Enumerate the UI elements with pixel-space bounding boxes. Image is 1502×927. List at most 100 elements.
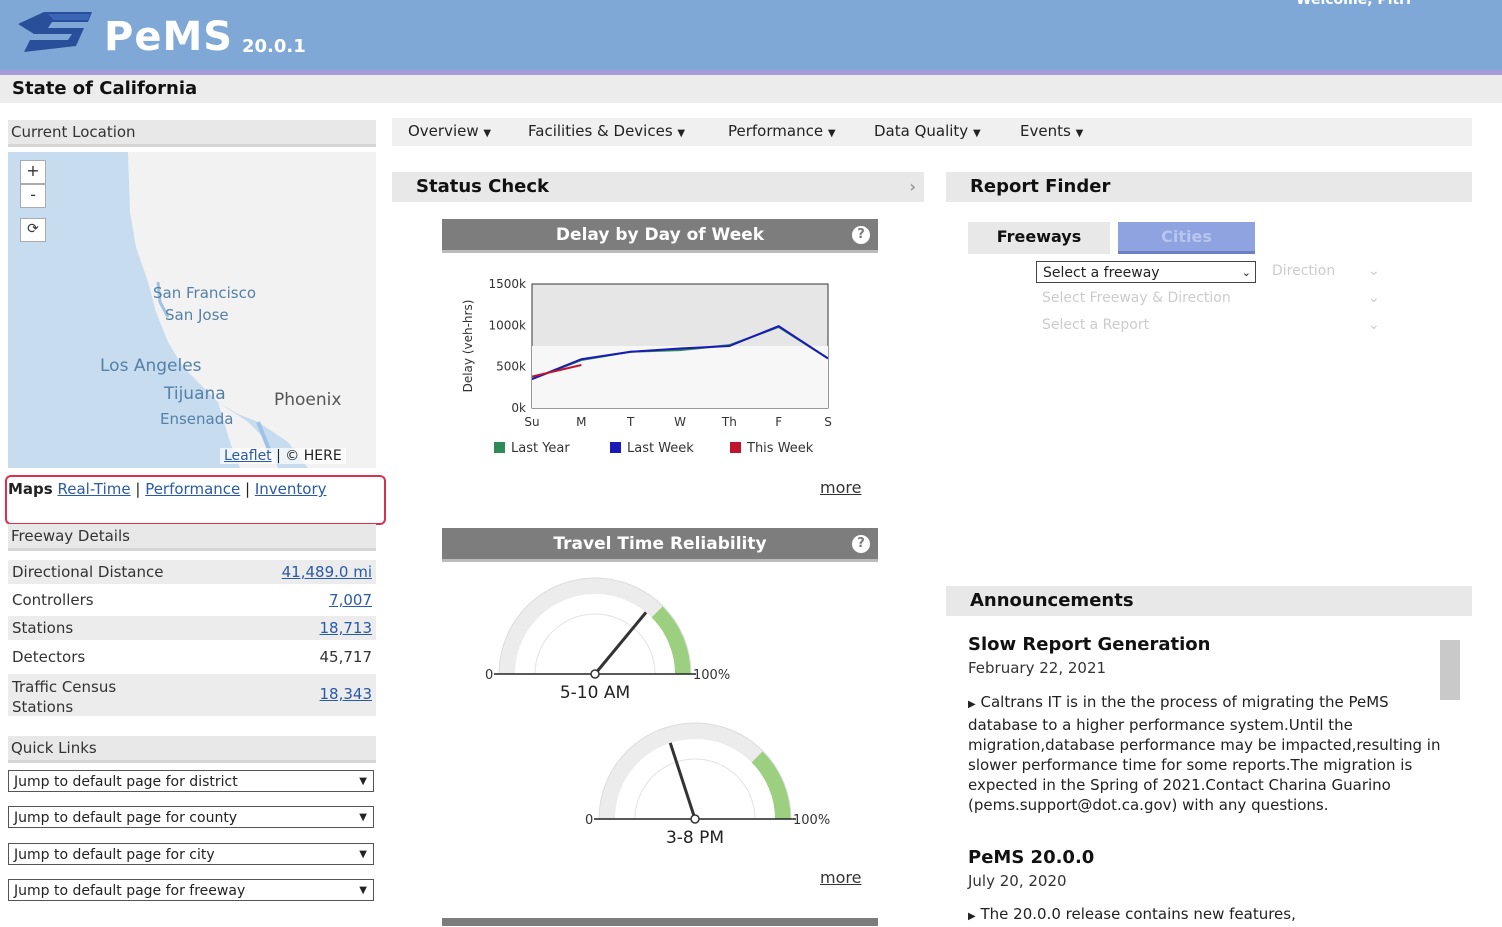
legend-label: This Week: [746, 441, 814, 456]
bullet-icon: ▶: [968, 699, 976, 710]
freeway-direction-select[interactable]: Select Freeway & Direction: [1042, 290, 1231, 306]
caret-down-icon: ▼: [827, 128, 836, 139]
detail-row-distance: Directional Distance 41,489.0 mi: [8, 560, 376, 584]
next-panel-header: [442, 918, 878, 926]
freeway-select[interactable]: Jump to default page for freeway ▼: [8, 879, 374, 901]
city-select[interactable]: Jump to default page for city ▼: [8, 843, 374, 865]
nav-data-quality[interactable]: Data Quality ▼: [874, 122, 981, 140]
select-value: Jump to default page for city: [14, 847, 215, 863]
quick-links-heading: Quick Links: [8, 736, 376, 763]
travel-time-header: Travel Time Reliability ?: [442, 528, 878, 562]
nav-overview[interactable]: Overview ▼: [408, 122, 491, 140]
report-finder-heading: Report Finder: [946, 172, 1472, 202]
y-tick-label: 1000k: [489, 318, 527, 332]
nav-label: Data Quality: [874, 122, 969, 140]
app-name[interactable]: PeMS: [104, 14, 233, 60]
y-tick-label: 0k: [511, 401, 526, 415]
detail-value-link[interactable]: 18,713: [320, 616, 373, 640]
announcements-scrollbar[interactable]: [1440, 640, 1460, 700]
chart-legend: Last Year Last Week This Week: [494, 441, 814, 456]
delay-chart: Delay (veh-hrs) Su M T W Th F S 0k 500k 1000k 1500…: [461, 277, 832, 456]
welcome-user-menu[interactable]: Welcome, Pitri: [1296, 0, 1411, 8]
gauge-period-label: 3-8 PM: [666, 828, 724, 848]
page-title: State of California: [12, 78, 198, 99]
gauge-track: [499, 578, 663, 675]
location-map[interactable]: + - ⟳ San Francisco San Jose Los Angeles…: [8, 152, 376, 468]
app-version: 20.0.1: [242, 36, 306, 57]
detail-row-detectors: Detectors 45,717: [8, 645, 376, 669]
gauge-good-zone: [751, 751, 791, 820]
status-check-title: Status Check: [416, 176, 549, 197]
realtime-map-link[interactable]: Real-Time: [58, 480, 131, 498]
state-bar: [0, 75, 1502, 103]
zoom-in-button[interactable]: +: [20, 160, 46, 184]
gauge-pm: 0 100% 3-8 PM: [585, 722, 830, 848]
chevron-down-icon: ▼: [359, 812, 367, 823]
help-icon[interactable]: ?: [852, 226, 870, 244]
nav-label: Facilities & Devices: [528, 122, 673, 140]
performance-map-link[interactable]: Performance: [145, 480, 240, 498]
announcement-text: Caltrans IT is in the the process of mig…: [968, 693, 1441, 814]
map-city-label: Phoenix: [274, 390, 342, 410]
nav-label: Performance: [728, 122, 824, 140]
reset-view-icon[interactable]: ⟳: [20, 218, 46, 242]
select-value: Jump to default page for freeway: [14, 883, 246, 899]
freeway-details-heading: Freeway Details: [8, 524, 376, 551]
nav-facilities[interactable]: Facilities & Devices ▼: [528, 122, 685, 140]
chevron-down-icon: ▼: [359, 885, 367, 896]
travel-time-title: Travel Time Reliability: [553, 534, 767, 554]
gauge-needle: [593, 611, 648, 675]
detail-value-link[interactable]: 7,007: [329, 588, 372, 612]
legend-swatch: [730, 442, 741, 453]
map-links: Maps Real-Time | Performance | Inventory: [8, 480, 327, 498]
travel-time-more-link[interactable]: more: [820, 868, 861, 887]
detail-label: Directional Distance: [12, 563, 164, 581]
report-select[interactable]: Select a Report: [1042, 317, 1149, 333]
nav-events[interactable]: Events ▼: [1020, 122, 1083, 140]
gauge-period-label: 5-10 AM: [560, 683, 630, 703]
map-city-label: San Jose: [165, 306, 229, 324]
nav-label: Events: [1020, 122, 1071, 140]
gauge-needle: [668, 742, 697, 820]
gauge-inner-arc: [634, 758, 756, 820]
nav-performance[interactable]: Performance ▼: [728, 122, 836, 140]
detail-label: Detectors: [12, 648, 86, 666]
chevron-down-icon: ⌄: [1368, 317, 1380, 333]
caltrans-logo-icon[interactable]: [14, 6, 96, 56]
caret-down-icon: ▼: [1075, 128, 1084, 139]
announcement-title: PeMS 20.0.0: [968, 847, 1095, 868]
help-icon[interactable]: ?: [852, 535, 870, 553]
tab-cities[interactable]: Cities: [1118, 222, 1255, 254]
district-select[interactable]: Jump to default page for district ▼: [8, 770, 374, 792]
delay-more-link[interactable]: more: [820, 478, 861, 497]
tab-freeways[interactable]: Freeways: [968, 222, 1110, 254]
caret-down-icon: ▼: [483, 128, 492, 139]
announcement-body: ▶ The 20.0.0 release contains new featur…: [968, 904, 1443, 927]
map-city-label: Ensenada: [160, 410, 234, 428]
direction-select[interactable]: Direction: [1272, 263, 1335, 279]
x-tick-label: Su: [524, 415, 539, 429]
caret-down-icon: ▼: [677, 128, 686, 139]
chevron-down-icon: ▼: [359, 849, 367, 860]
inventory-map-link[interactable]: Inventory: [255, 480, 327, 498]
chevron-right-icon[interactable]: ›: [909, 172, 916, 202]
gauge-max-label: 100%: [793, 813, 830, 828]
chart-ylabel: Delay (veh-hrs): [461, 300, 475, 393]
map-city-label: Los Angeles: [100, 356, 202, 376]
chevron-down-icon: ▼: [359, 776, 367, 787]
freeway-select[interactable]: Select a freeway ⌄: [1036, 261, 1256, 283]
leaflet-link[interactable]: Leaflet: [224, 448, 272, 464]
detail-value-link[interactable]: 18,343: [320, 685, 373, 703]
detail-row-controllers: Controllers 7,007: [8, 588, 376, 612]
county-select[interactable]: Jump to default page for county ▼: [8, 806, 374, 828]
detail-value-link[interactable]: 41,489.0 mi: [282, 560, 372, 584]
gauge-hub: [590, 669, 600, 679]
map-city-label: Tijuana: [164, 384, 226, 404]
zoom-out-button[interactable]: -: [20, 184, 46, 208]
bullet-icon: ▶: [968, 911, 976, 922]
select-value: Jump to default page for district: [14, 774, 238, 790]
announcements-heading: Announcements: [946, 586, 1472, 616]
chevron-down-icon: ⌄: [1241, 266, 1251, 279]
select-value: Jump to default page for county: [14, 810, 238, 826]
detail-label: Controllers: [12, 591, 94, 609]
